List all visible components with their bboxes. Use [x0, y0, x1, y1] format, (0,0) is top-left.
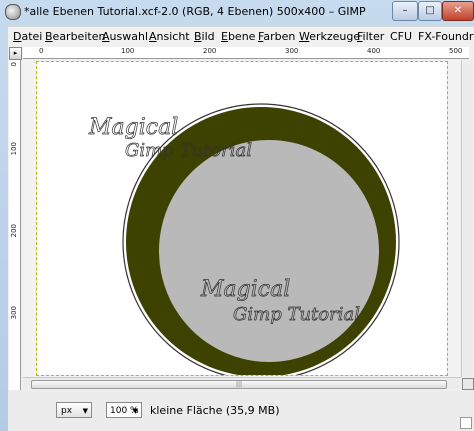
- resize-grip-icon[interactable]: [460, 417, 472, 429]
- menu-bild-mnemonic: B: [194, 30, 202, 43]
- unit-select[interactable]: px ▼: [56, 402, 92, 418]
- vertical-ruler[interactable]: 0 100 200 300: [9, 60, 21, 419]
- navigate-icon[interactable]: [462, 378, 474, 390]
- menu-bild-label: ild: [201, 30, 215, 43]
- ruler-h-label: 0: [39, 47, 44, 55]
- ruler-v-label: 100: [10, 142, 18, 156]
- gimp-window: *alle Ebenen Tutorial.xcf-2.0 (RGB, 4 Eb…: [0, 0, 474, 431]
- menu-bearbeiten-label: earbeiten: [52, 30, 106, 43]
- ruler-v-label: 300: [10, 306, 18, 320]
- menu-farben-label: arben: [263, 30, 296, 43]
- menu-bild[interactable]: Bild: [194, 30, 215, 43]
- menu-ebene-mnemonic: E: [221, 30, 228, 43]
- menu-fx-foundry-label: FX-Foundry: [418, 30, 474, 43]
- vertical-scrollbar[interactable]: [461, 60, 473, 377]
- menu-fx-foundry[interactable]: FX-Foundry: [418, 30, 474, 43]
- status-bar: px ▼ 100 % ▼ kleine Fläche (35,9 MB): [8, 390, 474, 431]
- ruler-h-label: 300: [285, 47, 299, 55]
- menu-ansicht-mnemonic: A: [149, 30, 157, 43]
- quick-mask-toggle-icon[interactable]: ▸: [9, 47, 22, 60]
- ruler-h-label: 400: [367, 47, 381, 55]
- zoom-select[interactable]: 100 % ▼: [106, 402, 142, 418]
- canvas-area[interactable]: Magical Gimp Tutorial Magical Gimp Tutor…: [23, 60, 461, 377]
- menu-bearbeiten-mnemonic: B: [45, 30, 53, 43]
- menu-bearbeiten[interactable]: Bearbeiten: [45, 30, 105, 43]
- chevron-down-icon: ▼: [132, 407, 138, 415]
- menu-ebene-label: bene: [227, 30, 256, 43]
- menu-werkzeuge-label: erkzeuge: [309, 30, 361, 43]
- image-window-client: ▸ 0 100 200 300 400 500 0 100 200 300 Ma: [8, 46, 474, 431]
- close-button[interactable]: ✕: [442, 1, 474, 21]
- menu-auswahl[interactable]: Auswahl: [102, 30, 148, 43]
- menu-cfu-label: CFU: [390, 30, 413, 43]
- menu-filter[interactable]: Filter: [357, 30, 384, 43]
- maximize-button[interactable]: □: [418, 1, 442, 21]
- gimp-app-icon[interactable]: [5, 4, 21, 20]
- menu-werkzeuge-mnemonic: W: [299, 30, 310, 43]
- menu-datei[interactable]: Datei: [13, 30, 42, 43]
- horizontal-ruler[interactable]: 0 100 200 300 400 500: [23, 47, 469, 59]
- menu-auswahl-label: uswahl: [109, 30, 148, 43]
- menu-farben[interactable]: Farben: [258, 30, 295, 43]
- unit-value: px: [61, 406, 73, 416]
- menu-datei-label: atei: [21, 30, 43, 43]
- status-message: kleine Fläche (35,9 MB): [150, 404, 280, 417]
- chevron-down-icon: ▼: [82, 407, 88, 415]
- horizontal-scroll-thumb[interactable]: |||: [31, 380, 447, 389]
- menu-filter-label: ilter: [362, 30, 385, 43]
- menu-cfu[interactable]: CFU: [390, 30, 412, 43]
- ruler-h-label: 100: [121, 47, 135, 55]
- horizontal-scrollbar[interactable]: |||: [23, 377, 461, 389]
- ruler-h-label: 500: [449, 47, 463, 55]
- ruler-v-label: 0: [10, 62, 18, 67]
- ruler-v-label: 200: [10, 224, 18, 238]
- ruler-h-label: 200: [203, 47, 217, 55]
- minimize-button[interactable]: –: [392, 1, 418, 21]
- title-bar[interactable]: *alle Ebenen Tutorial.xcf-2.0 (RGB, 4 Eb…: [0, 0, 474, 26]
- menu-ansicht-label: nsicht: [156, 30, 190, 43]
- layer-boundary: [36, 61, 448, 376]
- window-title: *alle Ebenen Tutorial.xcf-2.0 (RGB, 4 Eb…: [24, 5, 366, 18]
- menu-werkzeuge[interactable]: Werkzeuge: [299, 30, 360, 43]
- menu-auswahl-mnemonic: A: [102, 30, 110, 43]
- menu-ansicht[interactable]: Ansicht: [149, 30, 190, 43]
- menu-ebene[interactable]: Ebene: [221, 30, 255, 43]
- menu-bar: Datei Bearbeiten Auswahl Ansicht Bild Eb…: [8, 26, 474, 47]
